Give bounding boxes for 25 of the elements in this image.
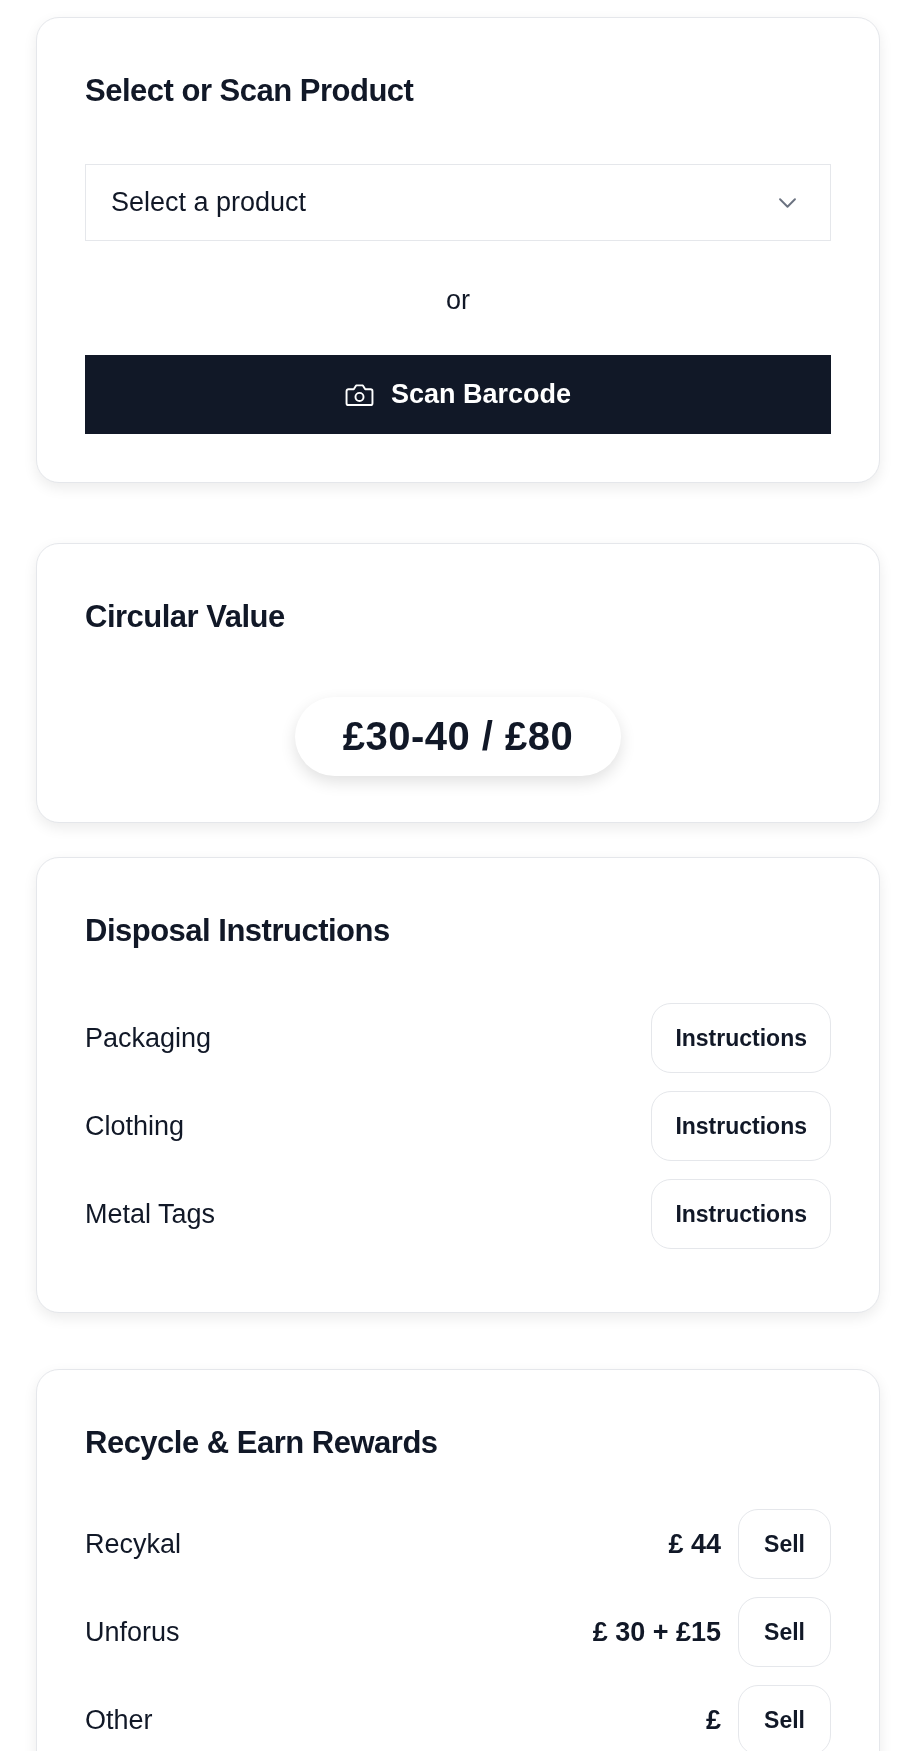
partner-name: Unforus (85, 1616, 180, 1648)
sell-button[interactable]: Sell (738, 1685, 831, 1751)
sell-button[interactable]: Sell (738, 1597, 831, 1667)
camera-icon (344, 382, 374, 407)
sell-button[interactable]: Sell (738, 1509, 831, 1579)
partner-name: Recykal (85, 1528, 182, 1560)
instructions-button[interactable]: Instructions (651, 1179, 831, 1249)
instructions-button[interactable]: Instructions (651, 1003, 831, 1073)
card-title: Recycle & Earn Rewards (85, 1425, 439, 1461)
card-title: Disposal Instructions (85, 913, 391, 949)
price-text: £ (706, 1704, 722, 1736)
scan-barcode-button[interactable]: Scan Barcode (85, 355, 831, 434)
instructions-button[interactable]: Instructions (651, 1091, 831, 1161)
item-label: Clothing (85, 1110, 185, 1142)
separator-text: or (446, 284, 470, 317)
price-text: £ 44 (668, 1528, 722, 1560)
item-label: Packaging (85, 1022, 212, 1054)
partner-name: Other (85, 1704, 153, 1736)
price-text: £ 30 + £15 (592, 1616, 722, 1648)
card-title: Circular Value (85, 599, 286, 635)
card-title: Select or Scan Product (85, 73, 415, 109)
item-label: Metal Tags (85, 1198, 216, 1230)
chevron-down-icon (779, 197, 796, 208)
product-select[interactable]: Select a product (85, 164, 831, 241)
circular-value-display: £30-40 / £80 (294, 697, 622, 776)
